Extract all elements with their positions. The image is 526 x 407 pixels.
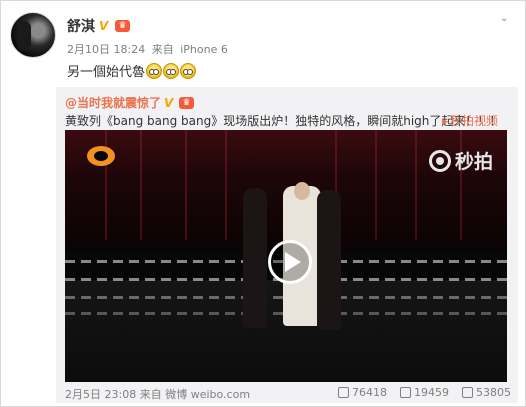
verified-v-icon[interactable]: V xyxy=(164,97,176,109)
post-meta: 2月10日 18:24 来自 iPhone 6 xyxy=(67,41,231,57)
post-header: 舒淇 V ♛ xyxy=(67,16,130,36)
comment-count[interactable]: 19459 xyxy=(414,386,449,399)
repost-box: @当时我就震惊了 V ♛ 黄致列《bang bang bang》现场版出炉！独特… xyxy=(56,87,518,403)
vip-crown-icon[interactable]: ♛ xyxy=(179,96,195,109)
like-icon[interactable] xyxy=(462,387,473,398)
post-time[interactable]: 2月10日 18:24 xyxy=(67,43,145,56)
play-icon[interactable] xyxy=(268,240,312,284)
avatar[interactable] xyxy=(10,12,56,58)
dancer-figure xyxy=(317,190,341,330)
repost-source-prefix: 来自 xyxy=(139,388,162,401)
post-text: 另一個始代魯 xyxy=(67,61,197,80)
repost-meta: 2月5日 23:08 来自 微博 weibo.com xyxy=(65,386,250,402)
miaopai-icon xyxy=(428,149,451,172)
source-prefix: 来自 xyxy=(151,43,174,56)
like-count[interactable]: 53805 xyxy=(476,386,511,399)
dancer-figure xyxy=(243,188,267,328)
video-link[interactable]: ▸ 秒拍视频 xyxy=(442,112,498,129)
post-text-body: 另一個始代魯 xyxy=(67,65,146,80)
repost-count[interactable]: 76418 xyxy=(352,386,387,399)
repost-time[interactable]: 2月5日 23:08 xyxy=(65,388,136,401)
repost-text: 黄致列《bang bang bang》现场版出炉！独特的风格，瞬间就high了起… xyxy=(65,114,502,128)
post-source[interactable]: iPhone 6 xyxy=(180,43,228,56)
vip-crown-icon[interactable]: ♛ xyxy=(115,20,130,32)
video-link-icon: ▸ xyxy=(442,113,449,128)
laughing-crying-emoji-icon xyxy=(180,62,197,79)
video-link-label[interactable]: 秒拍视频 xyxy=(450,112,498,129)
repost-stats: 76418 19459 53805 xyxy=(338,386,511,399)
comment-icon[interactable] xyxy=(400,387,411,398)
repost-username[interactable]: @当时我就震惊了 xyxy=(65,94,161,111)
username[interactable]: 舒淇 xyxy=(67,16,95,36)
video-player[interactable]: 秒拍 xyxy=(65,130,507,382)
verified-v-icon[interactable]: V xyxy=(99,20,111,32)
miaopai-watermark: 秒拍 xyxy=(428,147,493,174)
singer-head xyxy=(294,182,310,200)
laughing-crying-emoji-icon xyxy=(163,62,180,79)
repost-source[interactable]: 微博 weibo.com xyxy=(165,388,250,401)
laughing-crying-emoji-icon xyxy=(146,62,163,79)
mango-tv-logo-icon xyxy=(87,146,115,166)
chevron-down-icon[interactable]: ⌄ xyxy=(500,14,514,24)
miaopai-label: 秒拍 xyxy=(454,151,493,173)
repost-header: @当时我就震惊了 V ♛ xyxy=(65,94,195,111)
repost-icon[interactable] xyxy=(338,387,349,398)
